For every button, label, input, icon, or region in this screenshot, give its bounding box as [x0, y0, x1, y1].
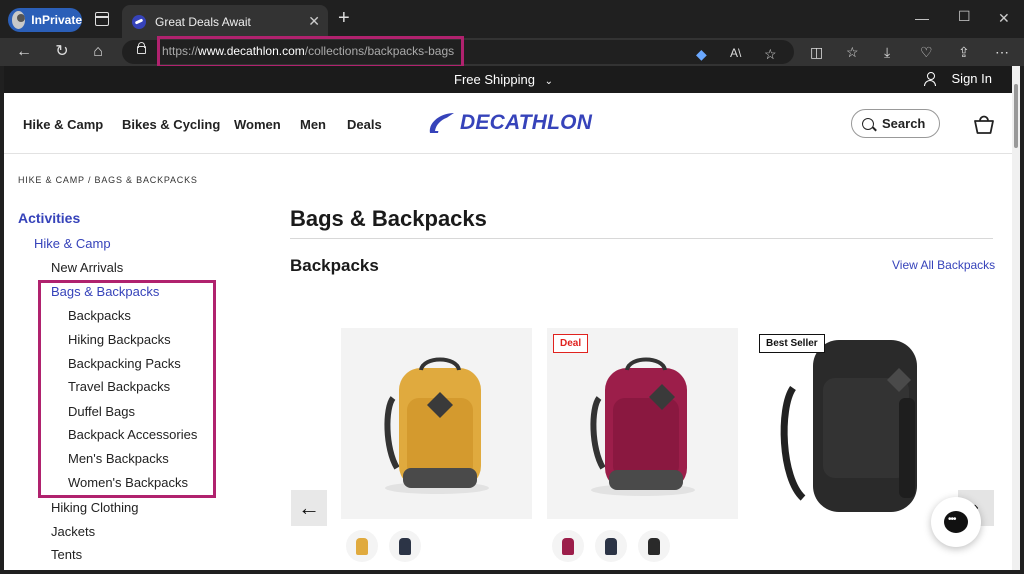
read-aloud-icon[interactable]: A\: [730, 46, 741, 60]
title-divider: [290, 238, 993, 239]
swatch-black[interactable]: [638, 530, 670, 562]
sidebar-activities[interactable]: Activities: [18, 210, 80, 226]
sidebar-item-hiking-clothing[interactable]: Hiking Clothing: [51, 500, 138, 515]
favorite-icon[interactable]: ☆: [764, 46, 777, 63]
chevron-down-icon: ⌄: [544, 76, 553, 87]
section-title: Backpacks: [290, 256, 379, 275]
inprivate-badge[interactable]: InPrivate: [8, 8, 82, 32]
tab-title: Great Deals Await: [155, 14, 251, 29]
profile-avatar-icon: [12, 11, 26, 29]
tag-icon[interactable]: ◆: [696, 46, 707, 63]
swatch-navy[interactable]: [389, 530, 421, 562]
sidebar-item-jackets[interactable]: Jackets: [51, 524, 95, 539]
refresh-icon[interactable]: ↻: [52, 42, 72, 62]
nav-men[interactable]: Men: [300, 117, 326, 132]
address-bar-row: ← ↻ ⌂ https://www.decathlon.com/collecti…: [0, 38, 1024, 66]
swatch-yellow-icon: [356, 537, 368, 555]
home-icon[interactable]: ⌂: [88, 42, 108, 62]
free-shipping-toggle[interactable]: Free Shipping ⌄: [454, 72, 553, 87]
downloads-icon[interactable]: ⤓: [884, 44, 890, 61]
back-icon[interactable]: ←: [14, 42, 34, 62]
view-all-backpacks-link[interactable]: View All Backpacks: [892, 258, 995, 272]
sidebar-highlight-box: [38, 280, 216, 498]
nav-bikes-cycling[interactable]: Bikes & Cycling: [122, 117, 220, 132]
split-screen-icon[interactable]: ◫: [810, 44, 823, 61]
search-icon: [862, 117, 874, 130]
swatch-burgundy-icon: [562, 537, 574, 555]
swatch-navy-icon: [399, 537, 411, 555]
main-nav: Hike & Camp Bikes & Cycling Women Men De…: [4, 93, 1020, 154]
nav-hike-camp[interactable]: Hike & Camp: [23, 117, 103, 132]
breadcrumb[interactable]: HIKE & CAMP / BAGS & BACKPACKS: [18, 175, 198, 185]
product-image-yellow-backpack: [384, 357, 489, 494]
search-button[interactable]: Search: [851, 109, 940, 138]
best-seller-badge: Best Seller: [759, 334, 825, 353]
decathlon-logo[interactable]: DECATHLON: [426, 111, 592, 135]
carousel-prev-button[interactable]: ←: [291, 490, 327, 526]
nav-deals[interactable]: Deals: [347, 117, 382, 132]
close-window-icon[interactable]: ✕: [998, 10, 1010, 27]
person-icon: [924, 72, 936, 86]
maximize-icon[interactable]: ☐: [958, 8, 971, 25]
deal-badge: Deal: [553, 334, 589, 353]
web-page: Free Shipping ⌄ Sign In Hike & Camp Bike…: [4, 66, 1020, 570]
arrow-left-icon: ←: [298, 495, 320, 520]
more-icon[interactable]: ⋯: [995, 44, 1009, 61]
chat-icon: [944, 511, 968, 533]
product-card-yellow[interactable]: [341, 328, 532, 519]
product-image-black-backpack: [780, 340, 917, 512]
url-highlight-box: [157, 36, 464, 68]
page-scrollbar[interactable]: [1012, 66, 1020, 570]
swatch-navy-2-icon: [605, 537, 617, 555]
inprivate-label: InPrivate: [31, 13, 82, 27]
new-tab-icon[interactable]: +: [338, 8, 350, 28]
sidebar-new-arrivals[interactable]: New Arrivals: [51, 260, 123, 275]
page-title: Bags & Backpacks: [290, 206, 487, 231]
minimize-icon[interactable]: —: [915, 10, 929, 26]
product-card-burgundy[interactable]: Deal: [547, 328, 738, 519]
product-card-black[interactable]: Best Seller: [753, 328, 944, 519]
promo-bar: Free Shipping ⌄ Sign In: [4, 66, 1020, 93]
chat-button[interactable]: [931, 497, 981, 547]
sidebar-hike-camp[interactable]: Hike & Camp: [34, 236, 111, 251]
browser-tab[interactable]: Great Deals Await ✕: [122, 5, 328, 38]
sign-in-link[interactable]: Sign In: [952, 71, 992, 86]
decathlon-logo-icon: [429, 113, 454, 133]
favicon-icon: [132, 14, 146, 29]
swatch-navy-2[interactable]: [595, 530, 627, 562]
swatch-black-icon: [648, 537, 660, 555]
search-label: Search: [882, 116, 926, 131]
logo-text: DECATHLON: [460, 111, 593, 134]
swatch-burgundy[interactable]: [552, 530, 584, 562]
product-image-burgundy-backpack: [590, 357, 695, 496]
browser-essentials-icon[interactable]: ♡: [920, 44, 933, 61]
browser-tab-bar: InPrivate Great Deals Await ✕ + — ☐ ✕: [0, 0, 1024, 38]
tab-close-icon[interactable]: ✕: [308, 13, 320, 30]
scrollbar-thumb[interactable]: [1014, 84, 1018, 148]
tab-actions-icon[interactable]: [95, 12, 109, 26]
favorites-icon[interactable]: ☆: [846, 44, 859, 61]
nav-women[interactable]: Women: [234, 117, 281, 132]
cart-icon[interactable]: [972, 112, 996, 136]
sidebar-item-tents[interactable]: Tents: [51, 547, 82, 562]
lock-icon[interactable]: [137, 42, 146, 54]
swatch-yellow[interactable]: [346, 530, 378, 562]
share-icon[interactable]: ⇪: [958, 44, 970, 61]
